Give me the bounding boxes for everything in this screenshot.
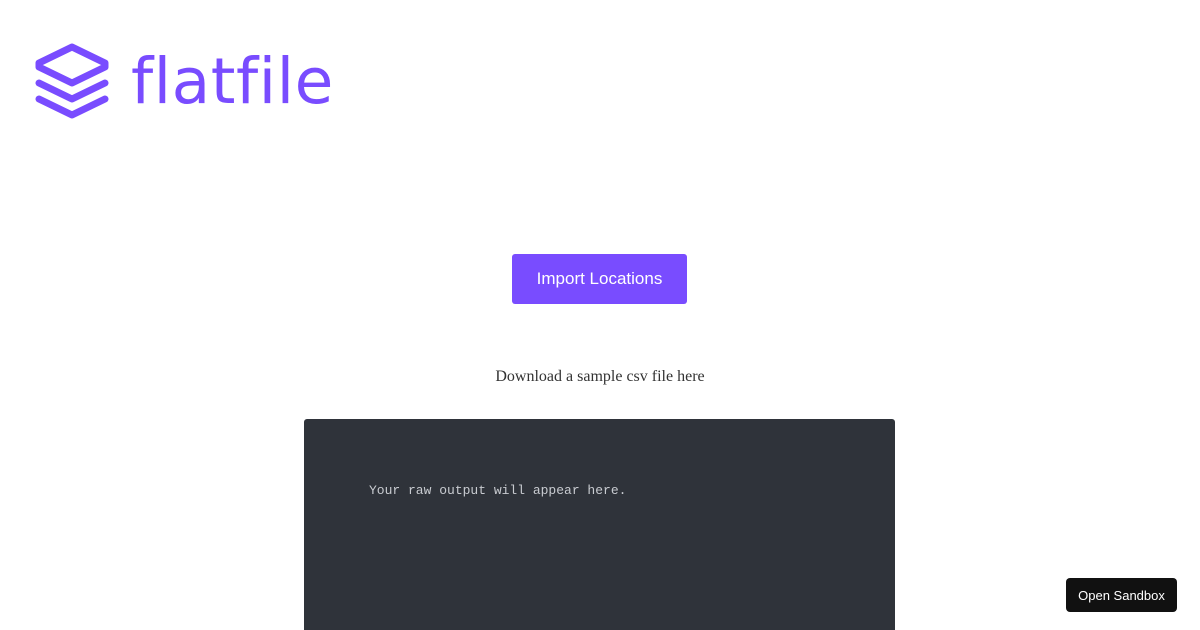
raw-output-panel: Your raw output will appear here. xyxy=(304,419,895,630)
raw-output-placeholder: Your raw output will appear here. xyxy=(369,483,627,498)
brand-wordmark: flatfile xyxy=(131,44,334,118)
open-sandbox-button[interactable]: Open Sandbox xyxy=(1066,578,1177,612)
layers-stack-icon xyxy=(35,43,109,119)
download-sample-link[interactable]: Download a sample csv file here xyxy=(0,368,1200,386)
flatfile-logo: flatfile xyxy=(33,43,334,123)
import-locations-button[interactable]: Import Locations xyxy=(512,254,687,304)
